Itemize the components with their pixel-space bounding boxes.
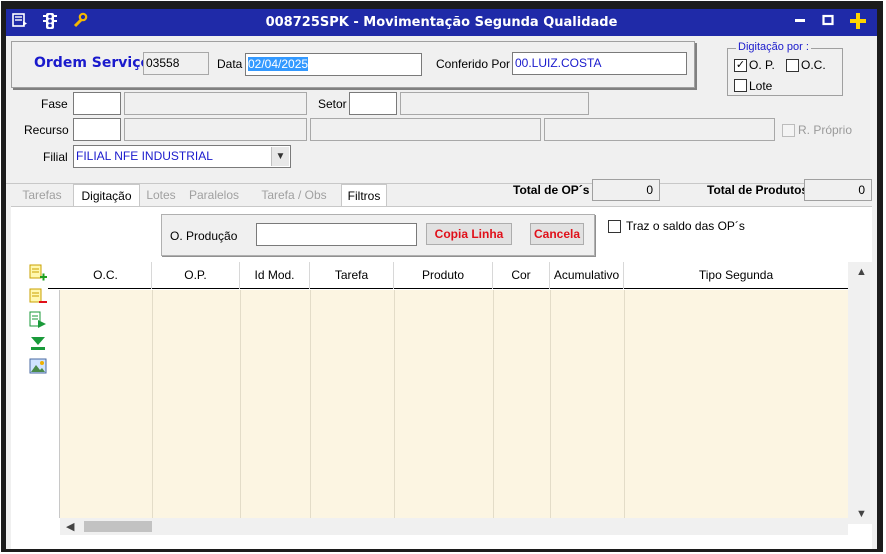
title-bar: 008725SPK - Movimentação Segunda Qualida… bbox=[6, 9, 877, 36]
total-op-value: 0 bbox=[592, 179, 660, 201]
data-value: 02/04/2025 bbox=[248, 57, 309, 71]
recurso-extra-field-2 bbox=[544, 118, 775, 141]
cancela-button[interactable]: Cancela bbox=[530, 223, 584, 245]
scroll-down-icon[interactable]: ▼ bbox=[856, 508, 867, 520]
grid-line bbox=[394, 290, 395, 518]
col-acumulativo[interactable]: Acumulativo bbox=[550, 262, 624, 289]
grid-header: O.C. O.P. Id Mod. Tarefa Produto Cor Acu… bbox=[48, 262, 848, 289]
os-number-field: 03558 bbox=[143, 52, 209, 75]
conferido-label: Conferido Por bbox=[436, 57, 511, 71]
tab-tarefas[interactable]: Tarefas bbox=[11, 184, 73, 206]
chevron-down-icon[interactable]: ▼ bbox=[271, 147, 289, 166]
r-proprio-checkbox[interactable] bbox=[782, 124, 795, 137]
setor-code-field[interactable] bbox=[349, 92, 397, 115]
scroll-left-icon[interactable]: ◀ bbox=[66, 520, 74, 533]
minimize-icon[interactable] bbox=[790, 12, 810, 32]
oc-checkbox[interactable] bbox=[786, 59, 799, 72]
grid-line bbox=[152, 290, 153, 518]
remove-row-icon[interactable] bbox=[29, 288, 47, 306]
tab-tarefa-obs[interactable]: Tarefa / Obs bbox=[251, 184, 337, 206]
tab-paralelos[interactable]: Paralelos bbox=[183, 184, 245, 206]
window-title: 008725SPK - Movimentação Segunda Qualida… bbox=[265, 15, 618, 30]
data-label: Data bbox=[217, 57, 243, 71]
grid-line bbox=[310, 290, 311, 518]
digitacao-title: Digitação por : bbox=[736, 41, 811, 53]
col-produto[interactable]: Produto bbox=[394, 262, 493, 289]
recurso-code-field[interactable] bbox=[73, 118, 121, 141]
op-checkbox[interactable]: ✓ bbox=[734, 59, 747, 72]
tab-lotes[interactable]: Lotes bbox=[141, 184, 181, 206]
grid-line bbox=[493, 290, 494, 518]
producao-field[interactable] bbox=[256, 223, 417, 246]
traz-saldo-label: Traz o saldo das OP´s bbox=[626, 219, 745, 233]
ordem-servico-panel: Ordem Serviço 03558 Data 02/04/2025 Conf… bbox=[11, 41, 695, 88]
filial-select[interactable]: FILIAL NFE INDUSTRIAL ▼ bbox=[73, 145, 291, 168]
add-row-icon[interactable] bbox=[29, 264, 47, 282]
filial-label: Filial bbox=[43, 150, 68, 164]
tab-digitacao[interactable]: Digitação bbox=[73, 184, 140, 207]
traz-saldo-checkbox[interactable] bbox=[608, 220, 621, 233]
total-produtos-value: 0 bbox=[804, 179, 872, 201]
setor-desc-field bbox=[400, 92, 589, 115]
recurso-label: Recurso bbox=[24, 123, 69, 137]
data-field[interactable]: 02/04/2025 bbox=[245, 53, 422, 76]
vertical-scrollbar[interactable]: ▲ ▼ bbox=[848, 262, 872, 524]
digitacao-panel: O. Produção Copia Linha Cancela Traz o s… bbox=[11, 206, 872, 549]
client-area: Ordem Serviço 03558 Data 02/04/2025 Conf… bbox=[6, 36, 872, 549]
col-tipo-segunda[interactable]: Tipo Segunda bbox=[624, 262, 848, 289]
col-tarefa[interactable]: Tarefa bbox=[310, 262, 394, 289]
producao-panel: O. Produção Copia Linha Cancela bbox=[161, 214, 595, 256]
recurso-extra-field-1 bbox=[310, 118, 541, 141]
app-window: 008725SPK - Movimentação Segunda Qualida… bbox=[1, 1, 883, 552]
filial-value: FILIAL NFE INDUSTRIAL bbox=[76, 149, 213, 163]
horizontal-scroll-thumb[interactable] bbox=[84, 521, 152, 532]
export-row-icon[interactable] bbox=[29, 311, 47, 329]
os-label: Ordem Serviço bbox=[34, 55, 151, 71]
op-checkbox-label: O. P. bbox=[749, 58, 775, 72]
scroll-up-icon[interactable]: ▲ bbox=[856, 266, 867, 278]
grid-body[interactable] bbox=[60, 290, 848, 518]
col-oc[interactable]: O.C. bbox=[60, 262, 152, 289]
horizontal-scrollbar[interactable]: ◀ bbox=[60, 518, 848, 535]
setor-label: Setor bbox=[318, 97, 347, 111]
image-icon[interactable] bbox=[29, 357, 47, 375]
r-proprio-label: R. Próprio bbox=[798, 123, 853, 137]
oc-checkbox-label: O.C. bbox=[801, 58, 826, 72]
total-op-label: Total de OP´s bbox=[513, 183, 590, 197]
tab-filtros[interactable]: Filtros bbox=[341, 184, 387, 206]
fase-desc-field bbox=[124, 92, 307, 115]
conferido-field[interactable]: 00.LUIZ.COSTA bbox=[512, 52, 687, 75]
lote-checkbox-label: Lote bbox=[749, 79, 773, 93]
grid-line bbox=[624, 290, 625, 518]
grid-line bbox=[240, 290, 241, 518]
items-grid: O.C. O.P. Id Mod. Tarefa Produto Cor Acu… bbox=[48, 262, 872, 546]
header-frame: Ordem Serviço 03558 Data 02/04/2025 Conf… bbox=[6, 36, 872, 184]
recurso-desc-field bbox=[124, 118, 307, 141]
window-right-edge bbox=[872, 36, 877, 549]
download-icon[interactable] bbox=[29, 334, 47, 352]
producao-label: O. Produção bbox=[170, 229, 238, 243]
maximize-icon[interactable] bbox=[818, 12, 838, 32]
fase-label: Fase bbox=[41, 97, 68, 111]
total-produtos-label: Total de Produtos bbox=[707, 183, 809, 197]
digitacao-group: Digitação por : ✓ O. P. O.C. Lote bbox=[727, 41, 843, 96]
fase-code-field[interactable] bbox=[73, 92, 121, 115]
col-id-mod[interactable]: Id Mod. bbox=[240, 262, 310, 289]
col-op[interactable]: O.P. bbox=[152, 262, 240, 289]
lote-checkbox[interactable] bbox=[734, 79, 747, 92]
col-cor[interactable]: Cor bbox=[493, 262, 550, 289]
row-indicator-column bbox=[48, 290, 60, 518]
plus-close-icon[interactable] bbox=[848, 12, 868, 32]
grid-line bbox=[550, 290, 551, 518]
copia-linha-button[interactable]: Copia Linha bbox=[426, 223, 512, 245]
